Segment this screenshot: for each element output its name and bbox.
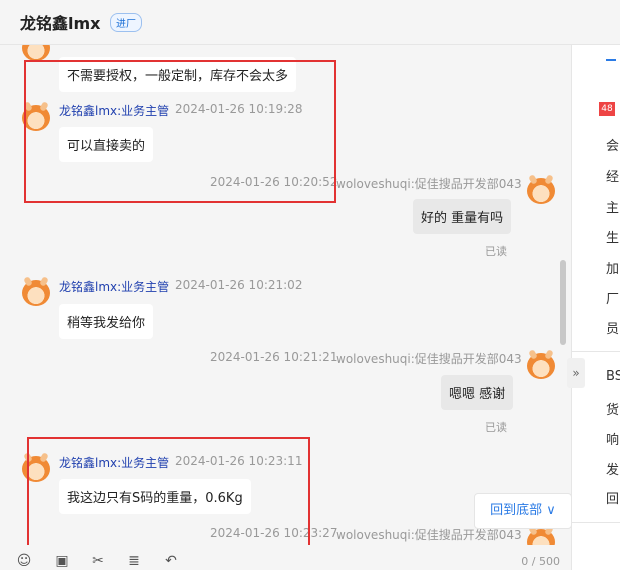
scissors-icon[interactable]: ✂ bbox=[90, 553, 106, 569]
info-item: 生 bbox=[606, 231, 620, 246]
right-info-panel: 48 会 经 主 生 加 厂 员 BS 货 响 发 回 bbox=[571, 45, 620, 570]
info-item: 加 bbox=[606, 262, 620, 277]
info-item: 经 bbox=[606, 170, 620, 185]
sender-name: woloveshuqi:促佳搜品开发部043 bbox=[336, 352, 522, 366]
back-to-bottom-button[interactable]: 回到底部 ∨ bbox=[474, 493, 572, 529]
sender-name: woloveshuqi:促佳搜品开发部043 bbox=[336, 177, 522, 191]
info-item: 回 bbox=[606, 492, 620, 507]
input-toolbar: ☺ ▣ ✂ ≣ ↶ 0 / 500 bbox=[0, 545, 570, 570]
message-time: 2024-01-26 10:21:21 bbox=[210, 350, 338, 364]
status-badge: 进厂 bbox=[110, 13, 142, 32]
avatar bbox=[22, 45, 50, 61]
info-item: 员 bbox=[606, 322, 620, 337]
divider bbox=[572, 351, 620, 352]
char-counter: 0 / 500 bbox=[521, 555, 560, 568]
info-item: 响 bbox=[606, 433, 620, 448]
message-time: 2024-01-26 10:21:02 bbox=[175, 278, 303, 292]
divider bbox=[572, 522, 620, 523]
emoji-icon[interactable]: ☺ bbox=[16, 553, 32, 569]
info-item: 货 bbox=[606, 403, 620, 418]
panel-tab-indicator bbox=[606, 59, 616, 61]
document-icon[interactable]: ≣ bbox=[126, 553, 142, 569]
avatar bbox=[22, 280, 50, 306]
info-item: 主 bbox=[606, 201, 620, 216]
image-icon[interactable]: ▣ bbox=[54, 553, 70, 569]
read-status: 已读 bbox=[485, 245, 507, 258]
info-item: BS bbox=[606, 369, 620, 384]
sender-name: 龙铭鑫lmx:业务主管 bbox=[59, 280, 170, 294]
message-list[interactable]: 不需要授权，一般定制，库存不会太多 龙铭鑫lmx:业务主管 2024-01-26… bbox=[0, 45, 570, 545]
rank-badge: 48 bbox=[599, 102, 615, 116]
highlight-box bbox=[27, 437, 310, 545]
info-item: 会 bbox=[606, 139, 620, 154]
contact-name: 龙铭鑫lmx bbox=[20, 14, 101, 33]
read-status: 已读 bbox=[485, 421, 507, 434]
message-bubble: 好的 重量有吗 bbox=[413, 199, 512, 234]
info-item: 发 bbox=[606, 463, 620, 478]
highlight-box bbox=[24, 60, 336, 203]
message-bubble: 稍等我发给你 bbox=[59, 304, 154, 339]
collapse-panel-button[interactable]: » bbox=[567, 358, 585, 388]
avatar bbox=[527, 178, 555, 204]
avatar bbox=[527, 529, 555, 545]
scrollbar[interactable] bbox=[560, 260, 566, 345]
message-bubble: 嗯嗯 感谢 bbox=[441, 375, 514, 410]
recall-icon[interactable]: ↶ bbox=[163, 553, 179, 569]
info-item: 厂 bbox=[606, 292, 620, 307]
avatar bbox=[527, 353, 555, 379]
chat-header: 龙铭鑫lmx 进厂 bbox=[0, 0, 620, 45]
